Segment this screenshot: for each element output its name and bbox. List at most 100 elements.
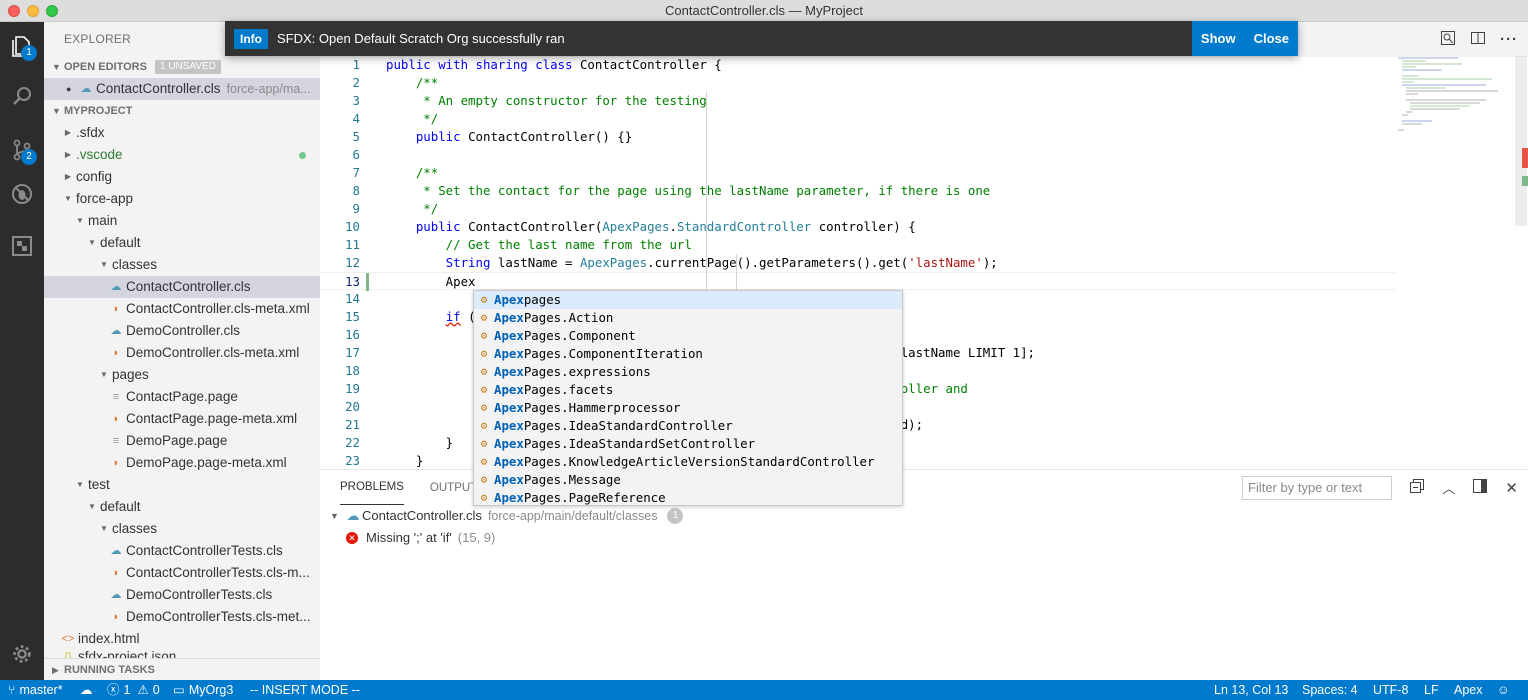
tree-file-contactcontrollertests-meta[interactable]: ◗ ContactControllerTests.cls-m... bbox=[44, 562, 320, 584]
tree-file-contactcontroller-meta[interactable]: ◗ ContactController.cls-meta.xml bbox=[44, 298, 320, 320]
problems-filter-input[interactable]: Filter by type or text bbox=[1242, 476, 1392, 500]
chevron-right-icon: ▶ bbox=[64, 150, 72, 159]
tree-file-democontrollertests-meta[interactable]: ◗ DemoControllerTests.cls-met... bbox=[44, 606, 320, 628]
tree-folder-config[interactable]: ▶ config bbox=[44, 166, 320, 188]
editor-scrollbar[interactable] bbox=[1514, 56, 1528, 469]
cursor-position-status[interactable]: Ln 13, Col 13 bbox=[1214, 680, 1288, 700]
suggest-item[interactable]: ⚙ Apex Pages.expressions bbox=[474, 363, 902, 381]
close-window-button[interactable] bbox=[8, 5, 20, 17]
tree-file-democontrollertests[interactable]: ☁ DemoControllerTests.cls bbox=[44, 584, 320, 606]
show-button[interactable]: Show bbox=[1192, 21, 1245, 56]
org-status[interactable]: ▭ MyOrg3 bbox=[173, 680, 233, 700]
suggest-item[interactable]: ⚙ Apex Pages.Hammerprocessor bbox=[474, 399, 902, 417]
tree-file-contactpage[interactable]: ≡ ContactPage.page bbox=[44, 386, 320, 408]
tree-folder-test[interactable]: ▼ test bbox=[44, 474, 320, 496]
language-status[interactable]: Apex bbox=[1454, 680, 1483, 700]
tree-file-demopage[interactable]: ≡ DemoPage.page bbox=[44, 430, 320, 452]
maximize-panel-icon[interactable]: ︿ bbox=[1442, 478, 1455, 497]
tree-folder-main[interactable]: ▼ main bbox=[44, 210, 320, 232]
tree-file-contactcontroller[interactable]: ☁ ContactController.cls bbox=[44, 276, 320, 298]
tab-problems[interactable]: PROBLEMS bbox=[340, 470, 404, 505]
suggest-widget[interactable]: ⚙ Apex pages ⚙ Apex Pages.Action ⚙ Apex Pages.Co… bbox=[473, 290, 903, 506]
salesforce-file-icon: ☁ bbox=[110, 325, 122, 337]
close-button[interactable]: Close bbox=[1245, 21, 1298, 56]
branch-status[interactable]: ⑂ master* bbox=[8, 680, 63, 700]
chevron-down-icon: ▼ bbox=[100, 524, 108, 533]
chevron-down-icon: ▼ bbox=[88, 238, 96, 247]
more-actions-icon[interactable]: ··· bbox=[1500, 31, 1518, 48]
toggle-panel-position-icon[interactable] bbox=[1473, 479, 1488, 496]
tree-folder-vscode[interactable]: ▶ .vscode bbox=[44, 144, 320, 166]
open-editor-item[interactable]: ● ☁ ContactController.cls force-app/ma..… bbox=[44, 78, 320, 100]
chevron-right-icon: ▶ bbox=[64, 172, 72, 181]
code-text: */ bbox=[386, 201, 439, 216]
open-editors-header[interactable]: ▼ OPEN EDITORS 1 UNSAVED bbox=[44, 56, 320, 78]
code-text: // Get the last name from the url bbox=[386, 237, 692, 252]
suggest-item[interactable]: ⚙ Apex Pages.IdeaStandardController bbox=[474, 417, 902, 435]
tree-folder-classes[interactable]: ▼ classes bbox=[44, 254, 320, 276]
suggest-item[interactable]: ⚙ Apex Pages.ComponentIteration bbox=[474, 345, 902, 363]
suggest-item[interactable]: ⚙ Apex Pages.IdeaStandardSetController bbox=[474, 435, 902, 453]
eol-status[interactable]: LF bbox=[1424, 680, 1439, 700]
tree-file-contactpage-meta[interactable]: ◗ ContactPage.page-meta.xml bbox=[44, 408, 320, 430]
scrollbar-thumb[interactable] bbox=[1515, 56, 1527, 226]
open-preview-icon[interactable] bbox=[1440, 30, 1456, 50]
problem-row[interactable]: ✕ Missing ';' at 'if' (15, 9) bbox=[346, 527, 495, 549]
notification-toast: Info SFDX: Open Default Scratch Org succ… bbox=[225, 21, 1298, 56]
tree-label: index.html bbox=[78, 631, 140, 646]
explorer-activity[interactable]: 1 bbox=[0, 24, 44, 68]
suggest-item[interactable]: ⚙ Apex Pages.Component bbox=[474, 327, 902, 345]
tree-file-demopage-meta[interactable]: ◗ DemoPage.page-meta.xml bbox=[44, 452, 320, 474]
collapse-all-icon[interactable] bbox=[1410, 479, 1425, 496]
source-control-activity[interactable]: 2 bbox=[0, 128, 44, 172]
code-line: 5 public ContactController() {} bbox=[320, 128, 1395, 146]
salesforce-file-icon: ☁ bbox=[346, 508, 360, 523]
extensions-activity[interactable] bbox=[0, 224, 44, 268]
zoom-window-button[interactable] bbox=[46, 5, 58, 17]
tree-folder-default[interactable]: ▼ default bbox=[44, 232, 320, 254]
minimap[interactable] bbox=[1394, 56, 1514, 136]
activity-bar: 1 2 bbox=[0, 22, 44, 680]
tree-folder-test-default[interactable]: ▼ default bbox=[44, 496, 320, 518]
code-line: 10 public ContactController(ApexPages.St… bbox=[320, 218, 1395, 236]
tree-folder-test-classes[interactable]: ▼ classes bbox=[44, 518, 320, 540]
project-header[interactable]: ▼ MYPROJECT bbox=[44, 100, 320, 122]
indentation-status[interactable]: Spaces: 4 bbox=[1302, 680, 1358, 700]
suggest-item[interactable]: ⚙ Apex Pages.Message bbox=[474, 471, 902, 489]
sync-status[interactable]: ☁ bbox=[80, 680, 93, 700]
suggest-item[interactable]: ⚙ Apex pages bbox=[474, 291, 902, 309]
debug-activity[interactable] bbox=[0, 172, 44, 216]
problem-file-row[interactable]: ▼ ☁ ContactController.cls force-app/main… bbox=[330, 505, 684, 527]
vim-mode-status: -- INSERT MODE -- bbox=[250, 683, 360, 697]
feedback-icon[interactable]: ☺ bbox=[1497, 680, 1510, 700]
line-number: 18 bbox=[345, 363, 360, 378]
tree-folder-sfdx[interactable]: ▶ .sfdx bbox=[44, 122, 320, 144]
tree-folder-force-app[interactable]: ▼ force-app bbox=[44, 188, 320, 210]
line-number: 14 bbox=[345, 291, 360, 306]
running-tasks-header[interactable]: ▶ RUNNING TASKS bbox=[44, 658, 320, 680]
manage-activity[interactable] bbox=[0, 632, 44, 676]
suggest-item[interactable]: ⚙ Apex Pages.PageReference bbox=[474, 489, 902, 505]
tree-folder-pages[interactable]: ▼ pages bbox=[44, 364, 320, 386]
suggest-label: Pages.ComponentIteration bbox=[523, 346, 703, 361]
salesforce-file-icon: ☁ bbox=[110, 281, 122, 293]
split-editor-icon[interactable] bbox=[1470, 30, 1486, 50]
search-activity[interactable] bbox=[0, 74, 44, 118]
line-number: 1 bbox=[352, 57, 360, 72]
close-panel-icon[interactable]: ✕ bbox=[1505, 479, 1518, 497]
line-number: 4 bbox=[352, 111, 360, 126]
tree-file-democontroller-meta[interactable]: ◗ DemoController.cls-meta.xml bbox=[44, 342, 320, 364]
tree-file-index-html[interactable]: <> index.html bbox=[44, 628, 320, 650]
problems-status[interactable]: ⓧ 1 ⚠ 0 bbox=[107, 680, 160, 700]
suggest-match: Apex bbox=[494, 418, 524, 433]
tab-output[interactable]: OUTPUT bbox=[430, 482, 477, 494]
suggest-label: Pages.PageReference bbox=[523, 490, 666, 505]
suggest-item[interactable]: ⚙ Apex Pages.KnowledgeArticleVersionStanda… bbox=[474, 453, 902, 471]
minimize-window-button[interactable] bbox=[27, 5, 39, 17]
git-branch-icon: ⑂ bbox=[8, 683, 16, 697]
suggest-item[interactable]: ⚙ Apex Pages.facets bbox=[474, 381, 902, 399]
suggest-item[interactable]: ⚙ Apex Pages.Action bbox=[474, 309, 902, 327]
tree-file-contactcontrollertests[interactable]: ☁ ContactControllerTests.cls bbox=[44, 540, 320, 562]
tree-file-democontroller[interactable]: ☁ DemoController.cls bbox=[44, 320, 320, 342]
encoding-status[interactable]: UTF-8 bbox=[1373, 680, 1408, 700]
